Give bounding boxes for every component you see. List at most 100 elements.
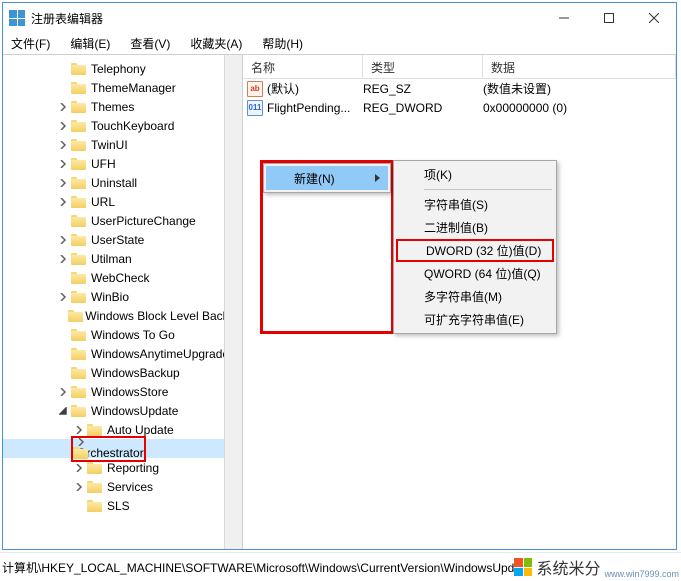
- tree-item[interactable]: WindowsUpdate: [3, 401, 242, 420]
- tree-item[interactable]: ThemeManager: [3, 78, 242, 97]
- tree-item[interactable]: Utilman: [3, 249, 242, 268]
- tree-item-label: TwinUI: [91, 138, 128, 152]
- menu-item-qword[interactable]: QWORD (64 位)值(Q): [396, 262, 554, 285]
- context-menu-new-highlight: 新建(N): [260, 160, 394, 334]
- tree-item-label: Auto Update: [107, 423, 174, 437]
- header-type[interactable]: 类型: [363, 55, 483, 78]
- menu-file[interactable]: 文件(F): [7, 33, 54, 54]
- minimize-button[interactable]: [541, 3, 586, 33]
- menu-item-expandstring-label: 可扩充字符串值(E): [424, 311, 524, 328]
- tree-item-label: ThemeManager: [91, 81, 176, 95]
- tree-item[interactable]: TouchKeyboard: [3, 116, 242, 135]
- chevron-right-icon[interactable]: [55, 141, 71, 149]
- folder-icon: [71, 119, 87, 133]
- menu-item-dword[interactable]: DWORD (32 位)值(D): [396, 239, 554, 262]
- tree-item-label: TouchKeyboard: [91, 119, 174, 133]
- tree-pane[interactable]: Telephony ThemeManager Themes TouchKeyboard…: [3, 55, 243, 549]
- folder-icon: [71, 252, 87, 266]
- tree-item[interactable]: Telephony: [3, 59, 242, 78]
- cell-data: 0x00000000 (0): [483, 101, 567, 115]
- menu-view[interactable]: 查看(V): [126, 33, 174, 54]
- chevron-down-icon[interactable]: [55, 407, 71, 415]
- menu-item-key-label: 项(K): [424, 166, 452, 183]
- brand-text: 系统米分: [536, 555, 600, 579]
- close-button[interactable]: [631, 3, 676, 33]
- folder-icon: [71, 214, 87, 228]
- header-data[interactable]: 数据: [483, 55, 676, 78]
- chevron-right-icon[interactable]: [55, 122, 71, 130]
- folder-icon: [71, 195, 87, 209]
- cell-type: REG_SZ: [363, 82, 483, 96]
- cell-name: (默认): [267, 80, 363, 97]
- folder-icon: [71, 404, 87, 418]
- tree-item-label: Windows Block Level Backup: [85, 309, 242, 323]
- chevron-right-icon[interactable]: [71, 483, 87, 491]
- folder-icon: [71, 176, 87, 190]
- tree-item[interactable]: WindowsAnytimeUpgrade: [3, 344, 242, 363]
- chevron-right-icon[interactable]: [55, 179, 71, 187]
- tree-item[interactable]: Uninstall: [3, 173, 242, 192]
- submenu-arrow-icon: [375, 174, 380, 182]
- tree-item[interactable]: Orchestrator: [3, 439, 242, 458]
- menu-item-expandstring[interactable]: 可扩充字符串值(E): [396, 308, 554, 331]
- chevron-right-icon[interactable]: [73, 438, 89, 446]
- tree-item[interactable]: Themes: [3, 97, 242, 116]
- tree-item[interactable]: Windows Block Level Backup: [3, 306, 242, 325]
- header-name[interactable]: 名称: [243, 55, 363, 78]
- chevron-right-icon[interactable]: [71, 426, 87, 434]
- menu-item-multistring-label: 多字符串值(M): [424, 288, 502, 305]
- scrollbar-thumb[interactable]: [226, 365, 241, 455]
- maximize-button[interactable]: [586, 3, 631, 33]
- titlebar[interactable]: 注册表编辑器: [3, 3, 676, 33]
- menu-favorites[interactable]: 收藏夹(A): [186, 33, 246, 54]
- menu-item-multistring[interactable]: 多字符串值(M): [396, 285, 554, 308]
- menu-edit[interactable]: 编辑(E): [66, 33, 114, 54]
- context-menu-level1: 新建(N): [263, 163, 391, 193]
- brand-url: www.win7999.com: [604, 569, 679, 579]
- tree-item[interactable]: WindowsStore: [3, 382, 242, 401]
- menubar: 文件(F) 编辑(E) 查看(V) 收藏夹(A) 帮助(H): [3, 33, 676, 54]
- tree-item-label: Windows To Go: [91, 328, 175, 342]
- chevron-right-icon[interactable]: [55, 236, 71, 244]
- cell-name: FlightPending...: [267, 101, 363, 115]
- context-menu-group: 新建(N) 项(K) 字符串值(S) 二进制值(B) DWORD (32 位)值…: [260, 160, 557, 334]
- list-row[interactable]: 011FlightPending...REG_DWORD0x00000000 (…: [243, 98, 676, 117]
- chevron-right-icon[interactable]: [55, 160, 71, 168]
- menu-item-dword-label: DWORD (32 位)值(D): [426, 242, 541, 259]
- tree-item-label: WindowsAnytimeUpgrade: [91, 347, 229, 361]
- status-bar: 计算机\HKEY_LOCAL_MACHINE\SOFTWARE\Microsof…: [0, 552, 681, 581]
- list-row[interactable]: ab(默认)REG_SZ(数值未设置): [243, 79, 676, 98]
- tree-item[interactable]: URL: [3, 192, 242, 211]
- list-header: 名称 类型 数据: [243, 55, 676, 79]
- tree-item-label: UserPictureChange: [91, 214, 196, 228]
- tree-item[interactable]: WindowsBackup: [3, 363, 242, 382]
- chevron-right-icon[interactable]: [55, 293, 71, 301]
- tree-item-label: SLS: [107, 499, 130, 513]
- folder-icon: [71, 233, 87, 247]
- tree-item[interactable]: SLS: [3, 496, 242, 515]
- menu-item-new[interactable]: 新建(N): [266, 166, 388, 190]
- tree-item[interactable]: Windows To Go: [3, 325, 242, 344]
- tree-item[interactable]: Services: [3, 477, 242, 496]
- cell-type: REG_DWORD: [363, 101, 483, 115]
- tree-item[interactable]: UserState: [3, 230, 242, 249]
- menu-item-key[interactable]: 项(K): [396, 163, 554, 186]
- chevron-right-icon[interactable]: [55, 255, 71, 263]
- menu-item-string[interactable]: 字符串值(S): [396, 193, 554, 216]
- chevron-right-icon[interactable]: [71, 464, 87, 472]
- tree-item-label: WinBio: [91, 290, 129, 304]
- tree-item[interactable]: TwinUI: [3, 135, 242, 154]
- tree-item[interactable]: WebCheck: [3, 268, 242, 287]
- tree-item[interactable]: UFH: [3, 154, 242, 173]
- menu-help[interactable]: 帮助(H): [258, 33, 307, 54]
- tree-item[interactable]: UserPictureChange: [3, 211, 242, 230]
- chevron-right-icon[interactable]: [55, 198, 71, 206]
- tree-item-label: URL: [91, 195, 115, 209]
- chevron-right-icon[interactable]: [55, 388, 71, 396]
- chevron-right-icon[interactable]: [55, 103, 71, 111]
- folder-icon: [71, 100, 87, 114]
- folder-icon: [71, 347, 87, 361]
- menu-item-binary[interactable]: 二进制值(B): [396, 216, 554, 239]
- tree-item[interactable]: WinBio: [3, 287, 242, 306]
- window-title: 注册表编辑器: [31, 10, 541, 27]
